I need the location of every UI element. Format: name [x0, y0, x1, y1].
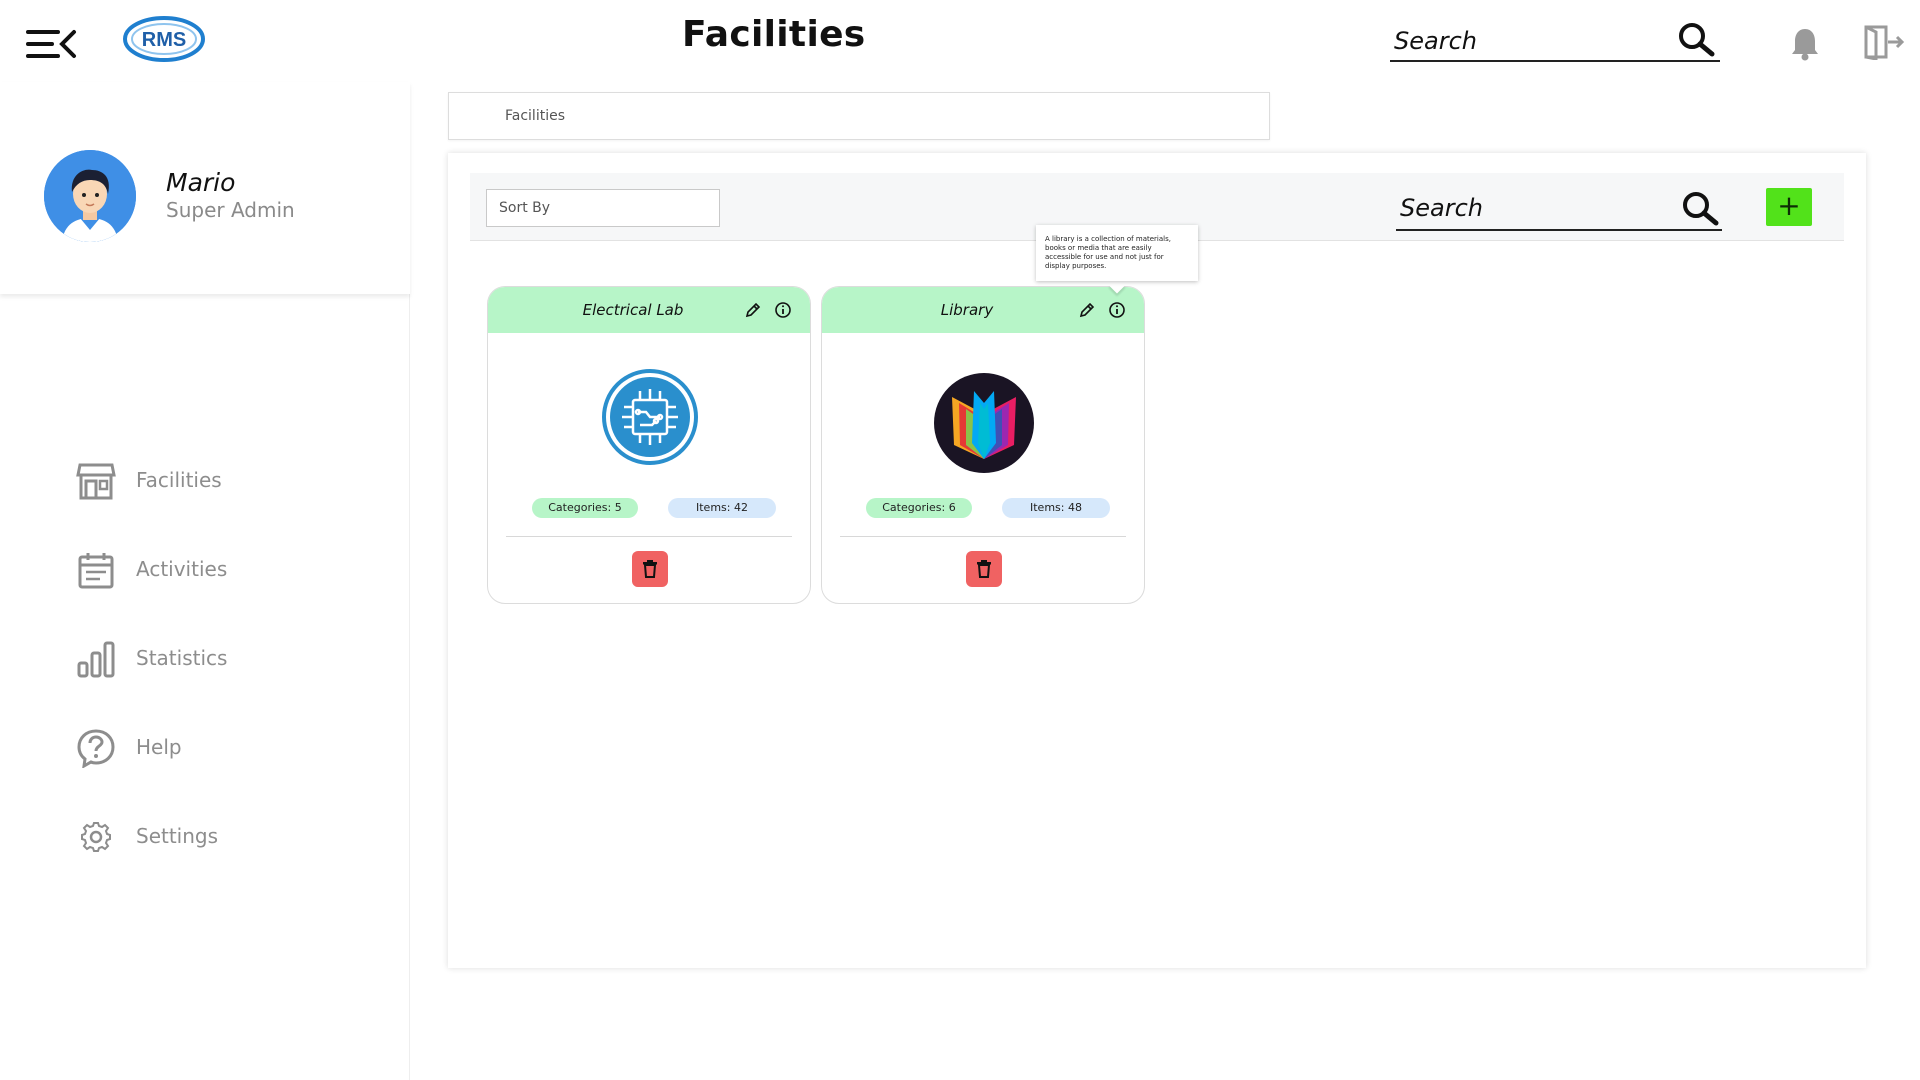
store-icon — [76, 461, 116, 501]
sidebar-item-label: Activities — [136, 557, 228, 581]
logo-text: RMS — [142, 29, 186, 51]
trash-icon — [643, 560, 657, 578]
sort-by-select[interactable]: Sort By — [486, 189, 720, 227]
card-divider — [840, 536, 1126, 537]
sidebar-item-label: Help — [136, 735, 182, 759]
categories-badge: Categories: 5 — [532, 498, 638, 518]
menu-collapse-icon[interactable] — [24, 24, 78, 64]
circuit-icon — [600, 367, 700, 467]
categories-badge: Categories: 6 — [866, 498, 972, 518]
user-role: Super Admin — [166, 198, 295, 222]
facility-card-electrical-lab[interactable]: Electrical Lab Categories: 5 Items: 42 — [487, 286, 811, 604]
user-profile: Mario Super Admin — [0, 82, 410, 294]
info-tooltip: A library is a collection of materials, … — [1036, 225, 1198, 281]
book-icon — [934, 373, 1034, 473]
sidebar-item-activities[interactable]: Activities — [76, 545, 376, 595]
rms-logo[interactable]: RMS — [122, 15, 206, 63]
edit-icon[interactable] — [744, 301, 762, 319]
header-search — [1390, 20, 1720, 62]
edit-icon[interactable] — [1078, 301, 1096, 319]
sidebar-item-statistics[interactable]: Statistics — [76, 634, 376, 684]
panel-search — [1396, 185, 1722, 231]
sort-by-label: Sort By — [499, 200, 551, 216]
sidebar: Mario Super Admin Facilities Activities … — [0, 82, 410, 1080]
card-title: Electrical Lab — [582, 301, 684, 319]
add-facility-button[interactable]: + — [1766, 188, 1812, 226]
logout-icon[interactable] — [1862, 24, 1906, 61]
sidebar-item-facilities[interactable]: Facilities — [76, 456, 376, 506]
sidebar-item-help[interactable]: Help — [76, 723, 376, 773]
info-icon[interactable] — [1108, 301, 1126, 319]
help-icon — [76, 728, 116, 769]
bar-chart-icon — [76, 639, 116, 679]
calendar-icon — [76, 550, 116, 590]
bell-icon[interactable] — [1790, 26, 1820, 62]
search-icon[interactable] — [1676, 22, 1716, 58]
card-header: Library — [822, 287, 1144, 333]
user-name: Mario — [166, 168, 236, 197]
search-icon[interactable] — [1680, 191, 1720, 227]
info-icon[interactable] — [774, 301, 792, 319]
top-bar: RMS Facilities — [0, 0, 1920, 80]
delete-button[interactable] — [966, 551, 1002, 587]
trash-icon — [977, 560, 991, 578]
sidebar-item-settings[interactable]: Settings — [76, 812, 376, 862]
page-title: Facilities — [682, 14, 866, 55]
sidebar-item-label: Statistics — [136, 646, 228, 670]
avatar[interactable] — [44, 150, 136, 242]
delete-button[interactable] — [632, 551, 668, 587]
header-search-input[interactable] — [1394, 24, 1664, 58]
gear-icon — [76, 817, 116, 857]
breadcrumb-item[interactable]: Facilities — [505, 108, 565, 124]
items-badge: Items: 48 — [1002, 498, 1110, 518]
items-badge: Items: 42 — [668, 498, 776, 518]
card-title: Library — [940, 301, 994, 319]
breadcrumb: Facilities — [448, 92, 1270, 140]
card-divider — [506, 536, 792, 537]
card-header: Electrical Lab — [488, 287, 810, 333]
sidebar-item-label: Facilities — [136, 468, 222, 492]
facility-card-library[interactable]: Library Categories: 6 Items: 48 — [821, 286, 1145, 604]
sidebar-item-label: Settings — [136, 824, 219, 848]
panel-search-input[interactable] — [1400, 191, 1670, 225]
